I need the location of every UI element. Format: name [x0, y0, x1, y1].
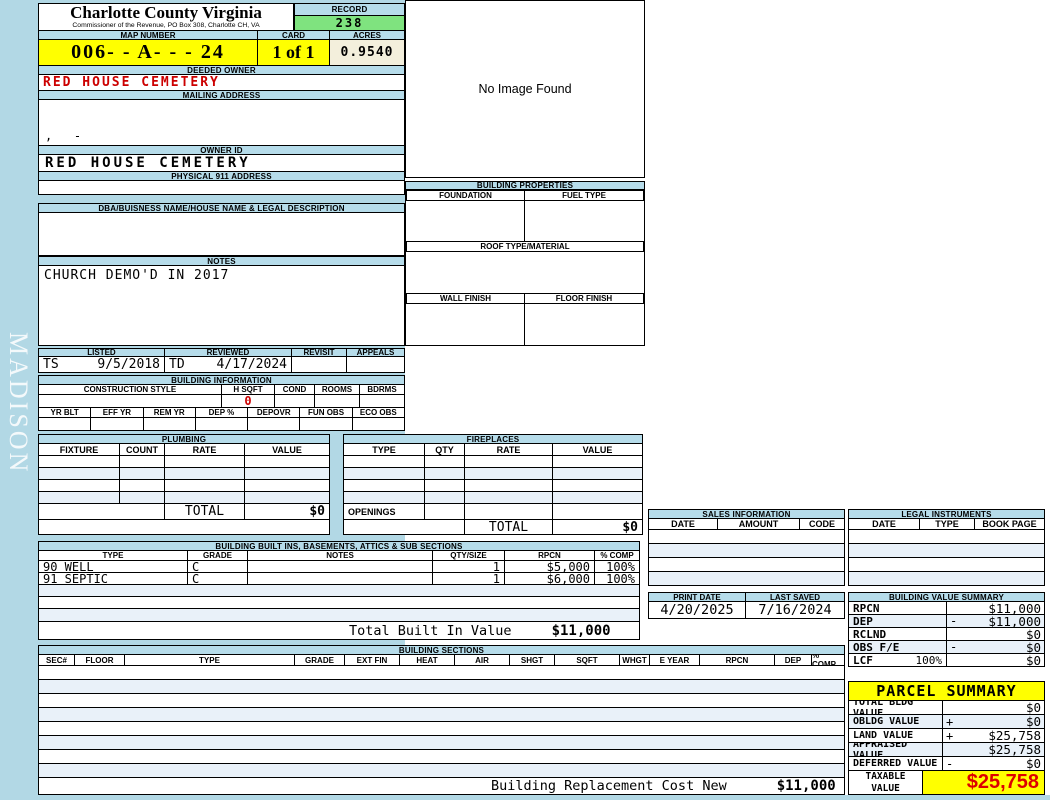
cond-cell[interactable]	[275, 394, 315, 408]
bvs-row[interactable]: DEP - $11,000	[848, 614, 1045, 628]
listed-cell[interactable]: TS 9/5/2018	[38, 356, 165, 373]
table-row	[648, 529, 845, 544]
mailing-address-value: , -	[45, 129, 82, 143]
last-saved-value[interactable]: 7/16/2024	[746, 601, 845, 619]
fireplaces-total-row: TOTAL $0	[343, 519, 643, 535]
table-row	[38, 693, 845, 708]
floor-finish-label: FLOOR FINISH	[525, 293, 644, 304]
map-number-value[interactable]: 006- - A- - - 24	[38, 39, 258, 66]
reviewed-cell[interactable]: TD 4/17/2024	[165, 356, 292, 373]
deeded-owner-value[interactable]: RED HOUSE CEMETERY	[38, 74, 405, 91]
table-row	[848, 571, 1045, 586]
building-properties-table: FOUNDATION FUEL TYPE ROOF TYPE/MATERIAL …	[405, 189, 645, 346]
wall-finish-cell[interactable]	[406, 303, 525, 345]
map-value-row: 006- - A- - - 24 1 of 1 0.9540	[38, 39, 405, 66]
no-image-placeholder: No Image Found	[405, 0, 645, 178]
parcel-summary-title: PARCEL SUMMARY	[848, 681, 1045, 701]
rooms-cell[interactable]	[315, 394, 360, 408]
bdrms-cell[interactable]	[360, 394, 405, 408]
mailing-address-box[interactable]: , -	[38, 99, 405, 146]
fireplaces-total-value[interactable]: $0	[553, 519, 643, 535]
table-row	[343, 479, 643, 492]
bvs-row[interactable]: RPCN $11,000	[848, 601, 1045, 615]
taxable-value-row: TAXABLE VALUE $25,758	[848, 770, 1045, 795]
visits-value-row: TS 9/5/2018 TD 4/17/2024	[38, 356, 405, 373]
county-title: Charlotte County Virginia	[70, 3, 262, 22]
fuel-type-label: FUEL TYPE	[525, 190, 644, 201]
building-info-value-row2	[38, 417, 405, 431]
table-row	[848, 543, 1045, 558]
parcel-row[interactable]: APPRAISED VALUE $25,758	[848, 742, 1045, 757]
taxable-value-label: TAXABLE VALUE	[865, 771, 906, 794]
building-replacement-value[interactable]: $11,000	[777, 778, 836, 794]
foundation-cell[interactable]	[406, 200, 525, 242]
plumbing-total-row: TOTAL $0	[38, 503, 330, 520]
record-value[interactable]: 238	[294, 15, 405, 31]
bvs-row[interactable]: LCF 100% $0	[848, 653, 1045, 667]
table-row	[38, 679, 845, 694]
card-value[interactable]: 1 of 1	[258, 39, 330, 66]
print-date-value[interactable]: 4/20/2025	[648, 601, 746, 619]
parcel-row[interactable]: OBLDG VALUE + $0	[848, 714, 1045, 729]
parcel-row[interactable]: DEFERRED VALUE - $0	[848, 756, 1045, 771]
table-row	[38, 707, 845, 722]
table-row	[343, 467, 643, 480]
building-info-value-row1: 0	[38, 394, 405, 408]
bvs-row[interactable]: RCLND $0	[848, 627, 1045, 641]
taxable-value[interactable]: $25,758	[967, 771, 1039, 794]
notes-box[interactable]: CHURCH DEMO'D IN 2017	[38, 265, 405, 346]
table-row	[38, 608, 640, 622]
built-ins-total-value[interactable]: $11,000	[552, 623, 611, 639]
table-row	[38, 479, 330, 492]
plumbing-total-value[interactable]: $0	[245, 503, 330, 520]
built-ins-total-row: Total Built In Value $11,000	[38, 621, 640, 640]
acres-value[interactable]: 0.9540	[330, 39, 405, 66]
owner-id-value[interactable]: RED HOUSE CEMETERY	[38, 154, 405, 172]
plumbing-empty-row	[38, 519, 330, 535]
parcel-row[interactable]: TOTAL BLDG VALUE $0	[848, 700, 1045, 715]
property-record-card: MADISON Charlotte County Virginia Commis…	[0, 0, 1050, 800]
listed-date: 9/5/2018	[97, 357, 160, 372]
physical-address-box[interactable]	[38, 180, 405, 195]
built-ins-total-label: Total Built In Value	[349, 622, 512, 639]
table-row	[38, 721, 845, 736]
fireplaces-openings-row: OPENINGS	[343, 503, 643, 520]
table-row	[848, 557, 1045, 572]
table-row	[38, 763, 845, 778]
reviewed-date: 4/17/2024	[216, 357, 287, 372]
dba-box[interactable]	[38, 212, 405, 256]
county-subtitle: Commissioner of the Revenue, PO Box 308,…	[72, 22, 260, 29]
table-row	[648, 543, 845, 558]
listed-by: TS	[43, 357, 59, 372]
revisit-cell[interactable]	[292, 356, 347, 373]
openings-label: OPENINGS	[343, 503, 425, 520]
parcel-row[interactable]: LAND VALUE + $25,758	[848, 728, 1045, 743]
table-row	[38, 665, 845, 680]
fireplaces-total-label: TOTAL	[465, 519, 553, 535]
roof-type-label: ROOF TYPE/MATERIAL	[406, 241, 644, 252]
county-header-box: Charlotte County Virginia Commissioner o…	[38, 3, 294, 31]
table-row	[38, 467, 330, 480]
h-sqft-value[interactable]: 0	[222, 394, 275, 408]
building-replacement-cost-row: Building Replacement Cost New $11,000	[38, 777, 845, 795]
table-row	[648, 557, 845, 572]
appeals-cell[interactable]	[347, 356, 405, 373]
madison-watermark: MADISON	[4, 332, 33, 475]
plumbing-total-label: TOTAL	[165, 503, 245, 520]
bvs-row[interactable]: OBS F/E - $0	[848, 640, 1045, 654]
construction-style-cell[interactable]	[38, 394, 222, 408]
print-value-row: 4/20/2025 7/16/2024	[648, 601, 845, 619]
table-row	[38, 735, 845, 750]
table-row	[38, 749, 845, 764]
table-row	[848, 529, 1045, 544]
table-row	[648, 571, 845, 586]
no-image-text: No Image Found	[478, 82, 572, 96]
building-replacement-label: Building Replacement Cost New	[491, 778, 727, 794]
reviewed-by: TD	[169, 357, 185, 372]
